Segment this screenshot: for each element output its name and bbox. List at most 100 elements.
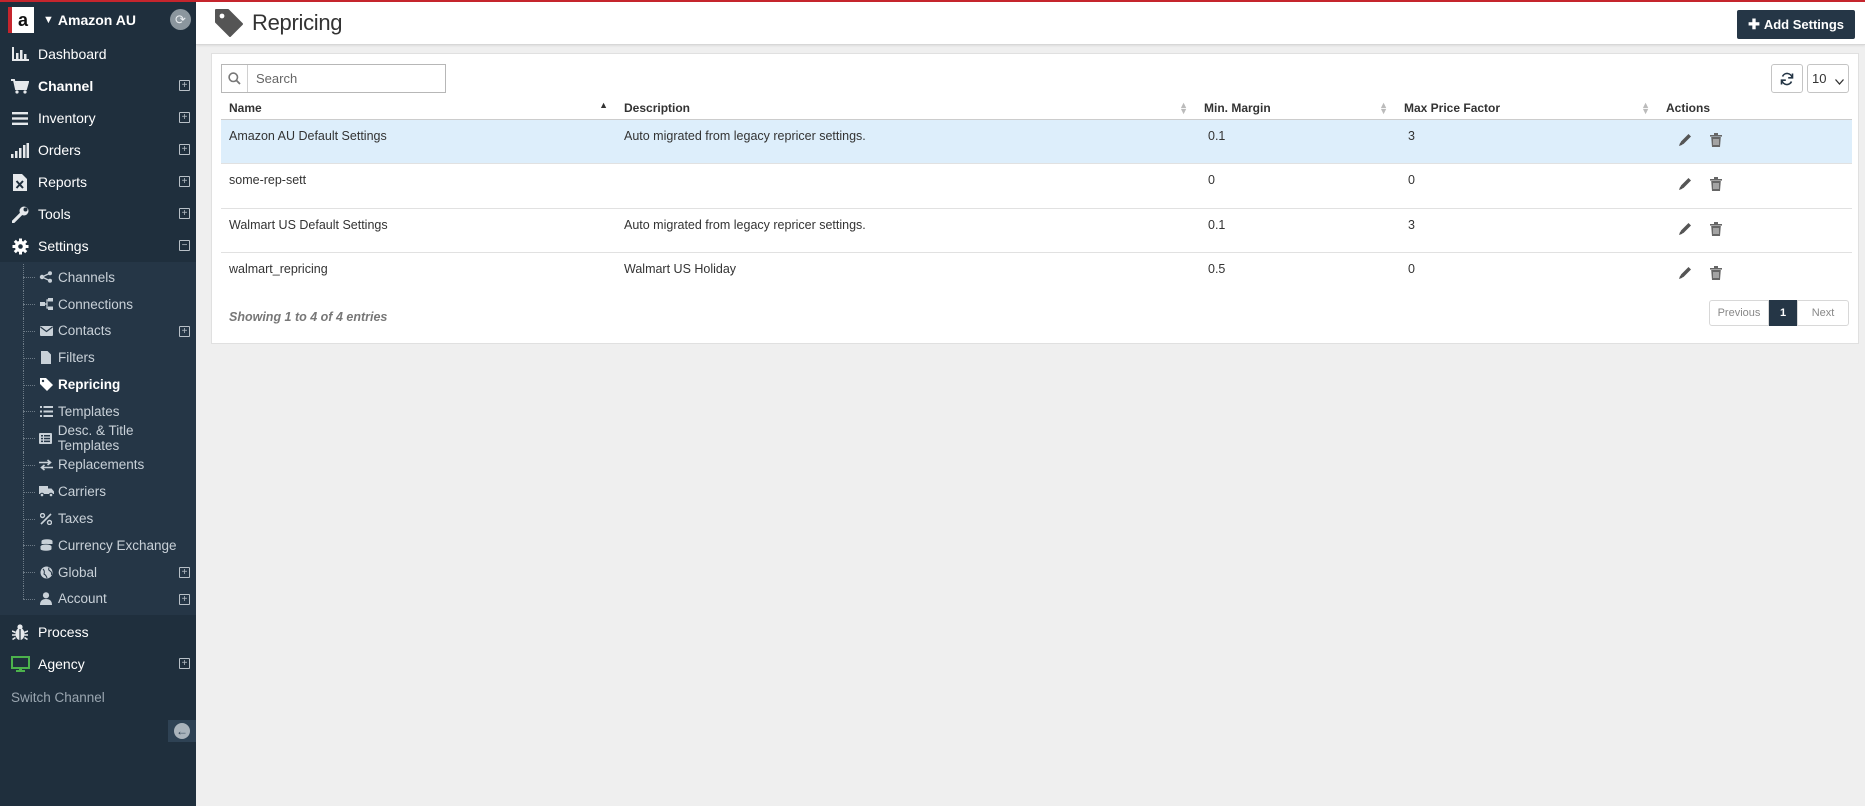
expand-icon[interactable]: + <box>179 112 190 123</box>
add-settings-button[interactable]: ✚ Add Settings <box>1737 10 1855 39</box>
refresh-table-button[interactable] <box>1771 64 1803 93</box>
trash-icon[interactable] <box>1707 220 1725 238</box>
submenu-label: Filters <box>58 350 95 366</box>
expand-icon[interactable]: + <box>179 144 190 155</box>
edit-pencil-icon[interactable] <box>1676 175 1694 193</box>
sort-icon: ▲ ▼ <box>1379 100 1388 116</box>
amazon-logo: a <box>8 7 34 33</box>
nav-inventory[interactable]: Inventory + <box>0 102 196 134</box>
expand-icon[interactable]: + <box>179 658 190 670</box>
nav-agency[interactable]: Agency + <box>0 648 196 680</box>
expand-icon[interactable]: + <box>179 208 190 219</box>
expand-icon[interactable]: + <box>179 566 190 578</box>
expand-icon[interactable]: + <box>179 80 190 91</box>
cell-name: walmart_repricing <box>229 262 328 276</box>
collapse-icon[interactable]: − <box>179 240 190 251</box>
page-size-select[interactable]: 10 <box>1807 64 1849 93</box>
switch-channel-link[interactable]: Switch Channel <box>0 690 196 710</box>
cell-description: Auto migrated from legacy repricer setti… <box>616 208 1196 253</box>
share-icon <box>38 271 54 284</box>
sort-asc-icon: ▲ <box>599 100 608 110</box>
sidebar-item-taxes[interactable]: Taxes <box>0 505 196 532</box>
sidebar-item-channels[interactable]: Channels <box>0 264 196 291</box>
trash-icon[interactable] <box>1707 131 1725 149</box>
account-switcher[interactable]: a ▼ Amazon AU ⟳ <box>0 0 196 38</box>
expand-icon[interactable]: + <box>179 176 190 187</box>
arrow-left-circle-icon: ← <box>174 723 190 739</box>
nav-reports[interactable]: Reports + <box>0 166 196 198</box>
submenu-label: Templates <box>58 403 120 419</box>
table-info: Showing 1 to 4 of 4 entries <box>229 310 388 324</box>
cell-min-margin: 0.1 <box>1196 208 1396 253</box>
sort-icon: ▲ ▼ <box>1179 100 1188 116</box>
tag-icon <box>38 378 54 392</box>
sidebar-item-templates[interactable]: Templates <box>0 397 196 425</box>
nav-process[interactable]: Process <box>0 616 196 648</box>
table-row[interactable]: some-rep-sett 0 0 <box>221 163 1852 209</box>
table-row[interactable]: walmart_repricing Walmart US Holiday 0.5… <box>221 253 1852 298</box>
sidebar-item-contacts[interactable]: Contacts + <box>0 317 196 345</box>
refresh-icon <box>1780 72 1794 85</box>
column-header-max-price-factor[interactable]: Max Price Factor ▲ ▼ <box>1396 97 1658 120</box>
table-row[interactable]: Amazon AU Default Settings Auto migrated… <box>221 119 1852 164</box>
nav-channel[interactable]: Channel + <box>0 70 196 102</box>
sidebar-item-filters[interactable]: Filters <box>0 344 196 371</box>
sidebar-collapse-button[interactable]: ← <box>168 720 196 742</box>
add-settings-label: Add Settings <box>1763 17 1844 32</box>
sidebar-item-carriers[interactable]: Carriers <box>0 478 196 505</box>
sidebar-item-desc-title-templates[interactable]: Desc. & Title Templates <box>0 423 196 454</box>
column-label: Name <box>229 100 262 115</box>
edit-pencil-icon[interactable] <box>1676 220 1694 238</box>
nav-settings[interactable]: Settings − <box>0 230 196 262</box>
pagination-page-1[interactable]: 1 <box>1769 300 1797 326</box>
column-header-name[interactable]: Name ▲ <box>221 97 616 120</box>
search-icon <box>222 65 248 92</box>
column-label: Actions <box>1666 100 1711 115</box>
edit-pencil-icon[interactable] <box>1676 264 1694 282</box>
refresh-icon[interactable]: ⟳ <box>170 9 191 30</box>
pagination-previous[interactable]: Previous <box>1709 300 1769 326</box>
pagination-next[interactable]: Next <box>1797 300 1849 326</box>
table-header-row: Name ▲ Description ▲ ▼ Min. Margin ▲ ▼ Max… <box>221 97 1852 120</box>
list-icon <box>10 109 30 127</box>
exchange-icon <box>38 459 54 471</box>
trash-icon[interactable] <box>1707 175 1725 193</box>
submenu-label: Channels <box>58 269 116 285</box>
sidebar-item-connections[interactable]: Connections <box>0 290 196 318</box>
edit-pencil-icon[interactable] <box>1676 131 1694 149</box>
sidebar-item-currency-exchange[interactable]: Currency Exchange <box>0 531 196 559</box>
column-header-description[interactable]: Description ▲ ▼ <box>616 97 1196 120</box>
expand-icon[interactable]: + <box>179 325 190 337</box>
nav-label: Process <box>38 624 89 641</box>
nav-orders[interactable]: Orders + <box>0 134 196 166</box>
submenu-label: Repricing <box>58 377 121 393</box>
submenu-label: Global <box>58 564 98 580</box>
nav-tools[interactable]: Tools + <box>0 198 196 230</box>
submenu-label: Replacements <box>58 457 145 473</box>
cell-actions <box>1658 119 1852 164</box>
sidebar-item-repricing[interactable]: Repricing <box>0 371 196 398</box>
page-header: Repricing ✚ Add Settings <box>196 0 1865 45</box>
nav-dashboard[interactable]: Dashboard <box>0 38 196 70</box>
sidebar-item-account[interactable]: Account + <box>0 585 196 613</box>
nav-label: Settings <box>38 238 89 254</box>
trash-icon[interactable] <box>1707 264 1725 282</box>
cell-actions <box>1658 208 1852 253</box>
submenu-label: Carriers <box>58 484 107 500</box>
sidebar-item-replacements[interactable]: Replacements <box>0 451 196 479</box>
search-input[interactable] <box>248 65 445 92</box>
sidebar-item-global[interactable]: Global + <box>0 558 196 586</box>
gear-icon <box>10 237 30 255</box>
submenu-label: Currency Exchange <box>58 537 177 553</box>
submenu-label: Contacts <box>58 323 112 339</box>
table-row[interactable]: Walmart US Default Settings Auto migrate… <box>221 208 1852 253</box>
cell-description <box>616 163 1196 209</box>
column-header-min-margin[interactable]: Min. Margin ▲ ▼ <box>1196 97 1396 120</box>
page-title: Repricing <box>252 10 343 35</box>
account-name: Amazon AU <box>57 12 136 28</box>
submenu-label: Desc. & Title Templates <box>57 423 134 454</box>
expand-icon[interactable]: + <box>179 593 190 605</box>
cell-max-price-factor: 0 <box>1408 262 1415 276</box>
globe-icon <box>38 566 54 579</box>
coins-icon <box>38 539 54 552</box>
